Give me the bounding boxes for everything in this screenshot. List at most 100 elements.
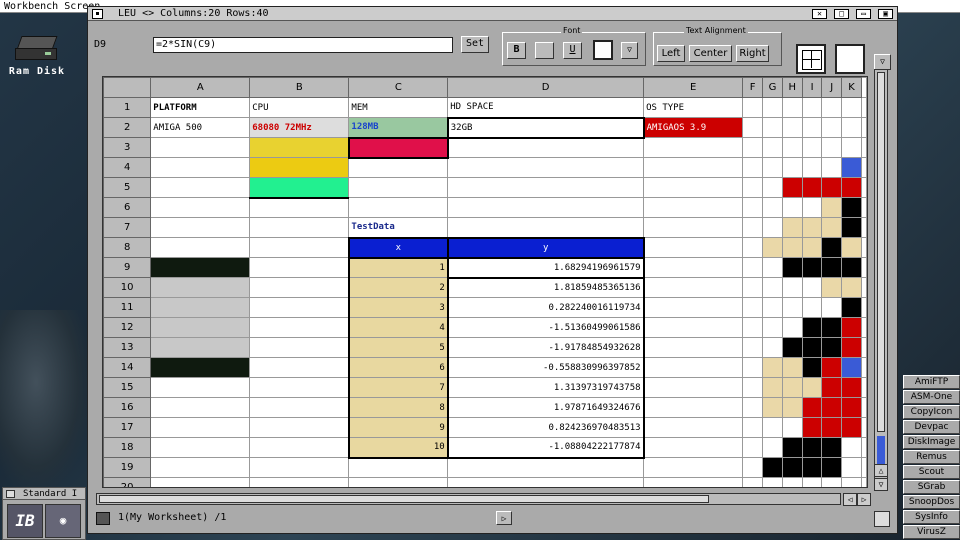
set-button[interactable]: Set xyxy=(461,36,489,53)
cell-J3[interactable] xyxy=(821,137,843,158)
cell-C12[interactable]: 4 xyxy=(347,317,449,338)
cell-A1[interactable]: PLATFORM xyxy=(150,97,251,118)
cell-I5[interactable] xyxy=(801,177,823,198)
cell-E12[interactable] xyxy=(643,317,744,338)
ib-dock-icon[interactable]: IB xyxy=(7,504,43,538)
cell-extra[interactable] xyxy=(861,217,867,238)
dock-button[interactable]: ASM-One xyxy=(903,390,960,404)
cell-I10[interactable] xyxy=(801,277,823,298)
cell-F19[interactable] xyxy=(742,457,764,478)
cell-I3[interactable] xyxy=(801,137,823,158)
cell-J16[interactable] xyxy=(821,397,843,418)
cell-extra[interactable] xyxy=(861,457,867,478)
column-header[interactable]: H xyxy=(781,77,803,98)
cell-H16[interactable] xyxy=(781,397,803,418)
cell-A2[interactable]: AMIGA 500 xyxy=(150,117,251,138)
cell-E4[interactable] xyxy=(643,157,744,178)
cell-I15[interactable] xyxy=(801,377,823,398)
cell-E1[interactable]: OS TYPE xyxy=(643,97,744,118)
cell-J17[interactable] xyxy=(821,417,843,438)
align-right-button[interactable]: Right xyxy=(736,45,769,62)
row-header[interactable]: 13 xyxy=(103,337,152,358)
cell-A3[interactable] xyxy=(150,137,251,158)
cell-E8[interactable] xyxy=(643,237,744,258)
cell-C15[interactable]: 7 xyxy=(347,377,449,398)
cell-A13[interactable] xyxy=(150,337,251,358)
dock-button[interactable]: SnoopDos xyxy=(903,495,960,509)
cell-K18[interactable] xyxy=(841,437,862,458)
cell-extra[interactable] xyxy=(861,257,867,278)
cell-A4[interactable] xyxy=(150,157,251,178)
cell-B17[interactable] xyxy=(249,417,350,438)
cell-D1[interactable]: HD SPACE xyxy=(447,97,645,118)
cell-C16[interactable]: 8 xyxy=(347,397,449,418)
cell-J10[interactable] xyxy=(821,277,843,298)
cell-F1[interactable] xyxy=(742,97,764,118)
cell-A5[interactable] xyxy=(150,177,251,198)
cell-H9[interactable] xyxy=(781,257,803,278)
row-header[interactable]: 18 xyxy=(103,437,152,458)
cell-I18[interactable] xyxy=(801,437,823,458)
cell-A19[interactable] xyxy=(150,457,251,478)
cell-J7[interactable] xyxy=(821,217,843,238)
cell-H2[interactable] xyxy=(781,117,803,138)
cell-K7[interactable] xyxy=(841,217,862,238)
scroll-right-icon[interactable]: ▷ xyxy=(857,493,871,506)
cell-F20[interactable] xyxy=(742,477,764,487)
font-color-dropdown-icon[interactable]: ▽ xyxy=(621,42,638,59)
row-header[interactable]: 4 xyxy=(103,157,152,178)
cell-C18[interactable]: 10 xyxy=(347,437,449,459)
cell-D18[interactable]: -1.08804222177874 xyxy=(447,437,645,459)
cell-K14[interactable] xyxy=(841,357,862,378)
cell-E11[interactable] xyxy=(643,297,744,318)
cell-D2[interactable]: 32GB xyxy=(446,116,645,139)
dock-button[interactable]: Remus xyxy=(903,450,960,464)
window-titlebar[interactable]: LEU <> Columns:20 Rows:40 ✕ □ ▭ ▣ xyxy=(88,7,897,21)
cell-extra[interactable] xyxy=(861,477,867,487)
cell-I4[interactable] xyxy=(801,157,823,178)
horizontal-scroll-thumb[interactable] xyxy=(99,495,709,503)
cell-G8[interactable] xyxy=(762,237,783,258)
row-header[interactable]: 3 xyxy=(103,137,152,158)
cell-K10[interactable] xyxy=(841,277,862,298)
cell-G1[interactable] xyxy=(762,97,783,118)
cell-H3[interactable] xyxy=(781,137,803,158)
cell-extra[interactable] xyxy=(861,197,867,218)
app-dock-icon[interactable]: ◉ xyxy=(45,504,81,538)
cell-extra[interactable] xyxy=(861,317,867,338)
cell-D17[interactable]: 0.824236970483513 xyxy=(447,417,645,438)
cell-G10[interactable] xyxy=(762,277,783,298)
row-header[interactable]: 14 xyxy=(103,357,152,378)
cell-K15[interactable] xyxy=(841,377,862,398)
standard-window[interactable]: Standard I IB ◉ xyxy=(2,487,86,540)
cell-K4[interactable] xyxy=(841,157,862,178)
cell-G5[interactable] xyxy=(762,177,783,198)
row-header[interactable]: 9 xyxy=(103,257,152,278)
cell-J19[interactable] xyxy=(821,457,843,478)
cell-D15[interactable]: 1.31397319743758 xyxy=(447,377,645,398)
cell-C7[interactable]: TestData xyxy=(348,217,449,238)
cell-F18[interactable] xyxy=(742,437,764,458)
border-grid-icon[interactable] xyxy=(796,44,826,74)
cell-extra[interactable] xyxy=(861,377,867,398)
cell-C6[interactable] xyxy=(348,197,449,218)
cell-B1[interactable]: CPU xyxy=(249,97,350,118)
cell-J2[interactable] xyxy=(821,117,843,138)
cell-A9[interactable] xyxy=(150,257,251,278)
cell-F4[interactable] xyxy=(742,157,764,178)
cell-J6[interactable] xyxy=(821,197,843,218)
cell-I12[interactable] xyxy=(801,317,823,338)
cell-D14[interactable]: -0.558830996397852 xyxy=(447,357,645,378)
italic-button[interactable] xyxy=(535,42,554,59)
cell-F12[interactable] xyxy=(742,317,764,338)
cell-E15[interactable] xyxy=(643,377,744,398)
iconify-icon[interactable]: ✕ xyxy=(812,9,827,19)
dock-button[interactable]: DiskImage xyxy=(903,435,960,449)
cell-K20[interactable] xyxy=(841,477,862,487)
cell-extra[interactable] xyxy=(861,417,867,438)
cell-F15[interactable] xyxy=(742,377,764,398)
row-header[interactable]: 2 xyxy=(103,117,152,138)
cell-B10[interactable] xyxy=(249,277,350,298)
cell-B9[interactable] xyxy=(249,257,350,278)
cell-extra[interactable] xyxy=(861,157,867,178)
